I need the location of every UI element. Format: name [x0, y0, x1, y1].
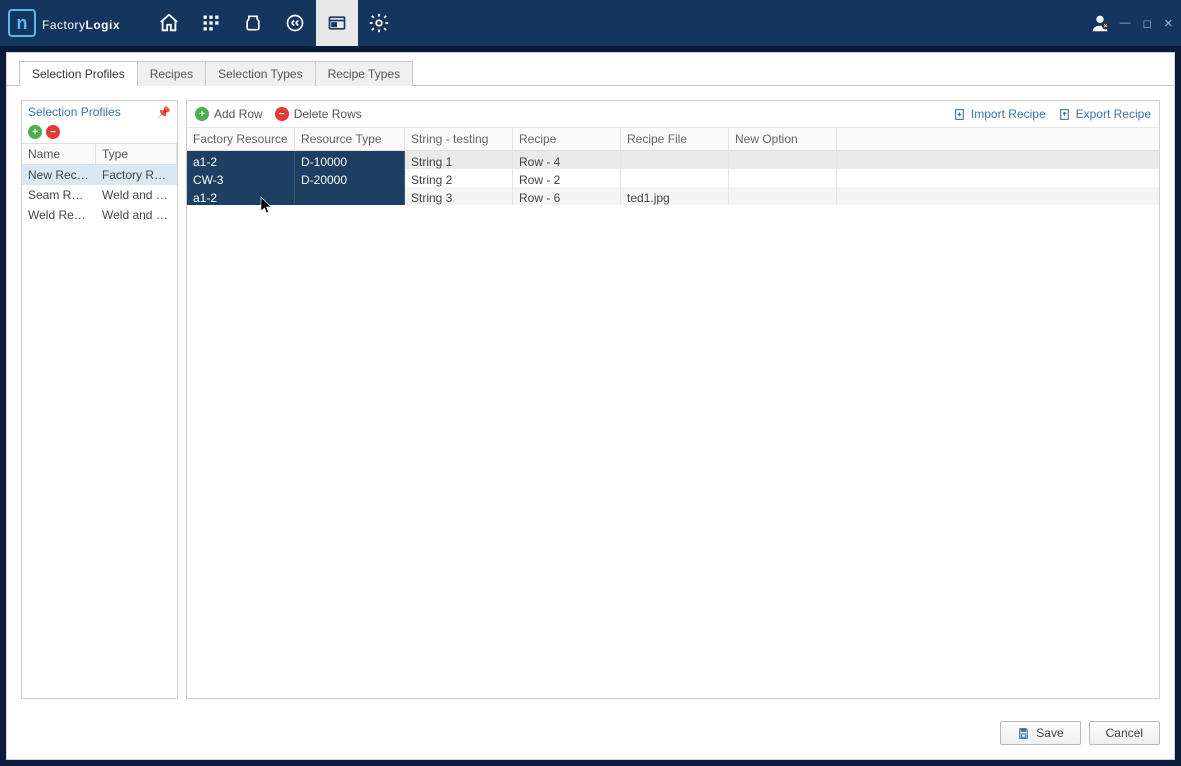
add-row-label: Add Row [214, 107, 263, 121]
left-panel: Selection Profiles 📌 + − Name Type New R… [21, 100, 178, 699]
cell-factory-resource[interactable]: a1-2 [187, 187, 295, 205]
workspace: Selection Profiles 📌 + − Name Type New R… [21, 100, 1160, 699]
close-button[interactable]: ✕ [1164, 17, 1173, 30]
tab-selection-profiles[interactable]: Selection Profiles [19, 61, 138, 86]
table-row[interactable]: CW-3 D-20000 String 2 Row - 2 [187, 169, 1159, 187]
list-item-name: Seam Recip... [22, 187, 96, 203]
cell-resource-type[interactable] [295, 187, 405, 205]
save-button[interactable]: Save [1000, 721, 1080, 745]
cell-resource-type[interactable]: D-10000 [295, 151, 405, 169]
export-icon [1058, 108, 1071, 121]
list-item-type: Weld and Se... [96, 187, 177, 203]
left-col-name[interactable]: Name [22, 144, 96, 164]
grid-col-factory-resource[interactable]: Factory Resource [187, 128, 295, 150]
save-icon [1017, 727, 1030, 740]
cell-factory-resource[interactable]: a1-2 [187, 151, 295, 169]
window-controls: — ◻ ✕ [1120, 17, 1173, 30]
grid-col-resource-type[interactable]: Resource Type [295, 128, 405, 150]
brand-text: FactoryLogix [42, 13, 120, 34]
home-icon[interactable] [148, 0, 190, 46]
content-area: Selection Profiles Recipes Selection Typ… [6, 52, 1175, 760]
cancel-button[interactable]: Cancel [1089, 721, 1160, 745]
cell-new-option[interactable] [729, 169, 837, 187]
remove-profile-icon[interactable]: − [46, 125, 60, 139]
add-profile-icon[interactable]: + [28, 125, 42, 139]
cell-string-testing[interactable]: String 1 [405, 151, 513, 169]
pin-icon[interactable]: 📌 [157, 106, 171, 119]
gear-icon[interactable] [358, 0, 400, 46]
table-row[interactable]: a1-2 D-10000 String 1 Row - 4 [187, 151, 1159, 169]
cell-new-option[interactable] [729, 151, 837, 169]
window-icon[interactable] [316, 0, 358, 46]
left-panel-title: Selection Profiles [28, 105, 121, 119]
grid-col-new-option[interactable]: New Option [729, 128, 837, 150]
logo-mark: n [8, 9, 36, 37]
grid-col-empty [837, 128, 1159, 150]
titlebar: n FactoryLogix — ◻ ✕ [0, 0, 1181, 46]
grid-body: a1-2 D-10000 String 1 Row - 4 CW-3 D-200… [187, 151, 1159, 698]
right-panel: + Add Row − Delete Rows Import Recipe [186, 100, 1160, 699]
plus-icon: + [195, 107, 209, 121]
left-col-type[interactable]: Type [96, 144, 177, 164]
list-item-name: Weld Recipe... [22, 207, 96, 223]
brand-last: Logix [86, 18, 121, 32]
left-grid-body: New Recipe Factory Reso... Seam Recip...… [22, 165, 177, 698]
jar-icon[interactable] [232, 0, 274, 46]
grid-icon[interactable] [190, 0, 232, 46]
cell-recipe[interactable]: Row - 6 [513, 187, 621, 205]
export-recipe-label: Export Recipe [1076, 107, 1151, 121]
cell-string-testing[interactable]: String 3 [405, 187, 513, 205]
delete-rows-label: Delete Rows [294, 107, 362, 121]
cell-empty [837, 151, 1159, 169]
minimize-button[interactable]: — [1120, 17, 1131, 29]
sync-icon[interactable] [274, 0, 316, 46]
tab-recipes[interactable]: Recipes [137, 61, 206, 86]
grid-header: Factory Resource Resource Type String - … [187, 128, 1159, 151]
add-row-button[interactable]: + Add Row [195, 107, 263, 121]
cell-recipe-file[interactable]: ted1.jpg [621, 187, 729, 205]
grid-col-recipe-file[interactable]: Recipe File [621, 128, 729, 150]
cell-empty [837, 187, 1159, 205]
delete-rows-button[interactable]: − Delete Rows [275, 107, 362, 121]
right-toolbar: + Add Row − Delete Rows Import Recipe [187, 101, 1159, 128]
tab-body: Selection Profiles 📌 + − Name Type New R… [7, 85, 1174, 761]
brand-first: Factory [42, 18, 86, 32]
list-item[interactable]: New Recipe Factory Reso... [22, 165, 177, 185]
import-icon [953, 108, 966, 121]
cell-recipe-file[interactable] [621, 151, 729, 169]
cell-recipe[interactable]: Row - 2 [513, 169, 621, 187]
left-grid-header: Name Type [22, 143, 177, 165]
tab-recipe-types[interactable]: Recipe Types [315, 61, 414, 86]
cell-factory-resource[interactable]: CW-3 [187, 169, 295, 187]
list-item-type: Weld and Se... [96, 207, 177, 223]
list-item-name: New Recipe [22, 167, 96, 183]
cell-empty [837, 169, 1159, 187]
cell-recipe-file[interactable] [621, 169, 729, 187]
cell-resource-type[interactable]: D-20000 [295, 169, 405, 187]
list-item[interactable]: Weld Recipe... Weld and Se... [22, 205, 177, 225]
app-logo: n FactoryLogix [8, 9, 120, 37]
minus-icon: − [275, 107, 289, 121]
user-icon[interactable] [1088, 11, 1112, 35]
table-row[interactable]: a1-2 String 3 Row - 6 ted1.jpg [187, 187, 1159, 205]
tab-selection-types[interactable]: Selection Types [205, 61, 316, 86]
grid-col-string-testing[interactable]: String - testing [405, 128, 513, 150]
tab-strip: Selection Profiles Recipes Selection Typ… [7, 53, 1174, 86]
left-panel-header: Selection Profiles 📌 [22, 101, 177, 123]
maximize-button[interactable]: ◻ [1143, 17, 1152, 30]
import-recipe-link[interactable]: Import Recipe [953, 107, 1046, 121]
export-recipe-link[interactable]: Export Recipe [1058, 107, 1151, 121]
cell-string-testing[interactable]: String 2 [405, 169, 513, 187]
grid-col-recipe[interactable]: Recipe [513, 128, 621, 150]
titlebar-tools [148, 0, 400, 46]
bottom-bar: Save Cancel [1000, 721, 1160, 745]
cell-recipe[interactable]: Row - 4 [513, 151, 621, 169]
cell-new-option[interactable] [729, 187, 837, 205]
import-recipe-label: Import Recipe [971, 107, 1046, 121]
left-panel-actions: + − [22, 123, 177, 143]
save-label: Save [1036, 726, 1063, 740]
list-item[interactable]: Seam Recip... Weld and Se... [22, 185, 177, 205]
cancel-label: Cancel [1106, 726, 1143, 740]
list-item-type: Factory Reso... [96, 167, 177, 183]
